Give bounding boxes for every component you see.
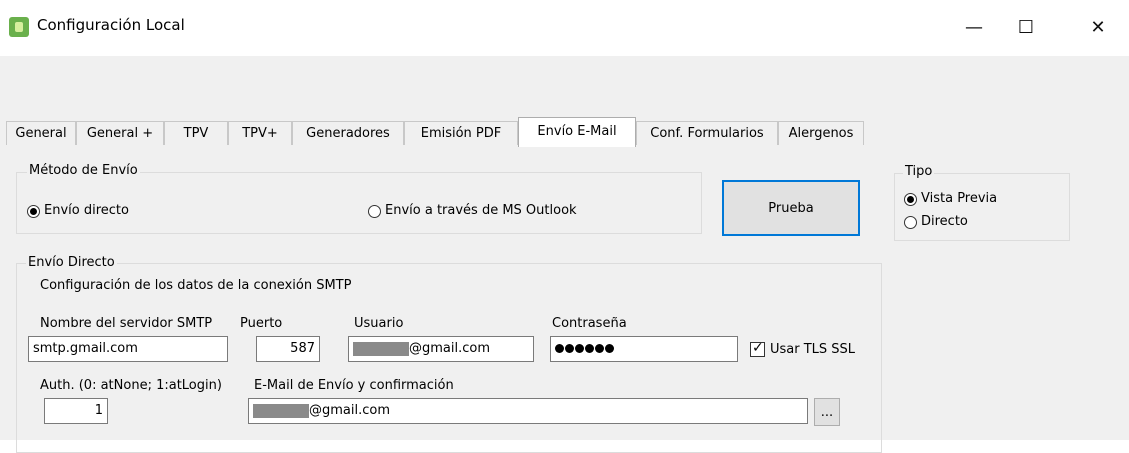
tab-conf-formularios[interactable]: Conf. Formularios: [636, 121, 778, 145]
radio-vista-previa-label[interactable]: Vista Previa: [921, 191, 997, 207]
tipo-legend: Tipo: [903, 164, 935, 180]
tab-alergenos[interactable]: Alergenos: [778, 121, 864, 145]
redacted-email-user: [253, 403, 309, 418]
tab-emision-pdf[interactable]: Emisión PDF: [404, 121, 518, 145]
tab-general-plus[interactable]: General +: [76, 121, 164, 145]
close-button[interactable]: ✕: [1078, 12, 1118, 42]
user-input[interactable]: @gmail.com: [348, 336, 534, 362]
tls-label[interactable]: Usar TLS SSL: [770, 342, 855, 358]
prueba-button[interactable]: Prueba: [722, 180, 860, 236]
email-domain: @gmail.com: [309, 403, 391, 418]
window-title: Configuración Local: [37, 16, 185, 34]
toolbar-area: [0, 56, 1129, 118]
email-label: E-Mail de Envío y confirmación: [254, 378, 454, 393]
check-icon: ✓: [752, 340, 764, 356]
server-label: Nombre del servidor SMTP: [40, 316, 213, 331]
tab-generadores[interactable]: Generadores: [292, 121, 404, 145]
tab-envio-email[interactable]: Envío E-Mail: [518, 117, 636, 147]
metodo-envio-legend: Método de Envío: [27, 163, 140, 179]
auth-input[interactable]: 1: [44, 398, 108, 424]
minimize-button[interactable]: —: [954, 12, 994, 42]
envio-directo-legend: Envío Directo: [26, 255, 117, 271]
radio-vista-previa[interactable]: [904, 193, 917, 206]
auth-label: Auth. (0: atNone; 1:atLogin): [40, 378, 222, 393]
user-label: Usuario: [354, 316, 404, 331]
redacted-username: [353, 341, 409, 356]
radio-tipo-directo-label[interactable]: Directo: [921, 214, 968, 230]
browse-button[interactable]: ...: [814, 398, 840, 426]
user-domain: @gmail.com: [409, 341, 491, 356]
password-input[interactable]: [550, 336, 738, 362]
radio-tipo-directo[interactable]: [904, 216, 917, 229]
maximize-button[interactable]: ☐: [1006, 12, 1046, 42]
port-input[interactable]: 587: [256, 336, 320, 362]
email-input[interactable]: @gmail.com: [248, 398, 808, 424]
radio-envio-outlook[interactable]: [368, 205, 381, 218]
tipo-group: [894, 173, 1070, 241]
password-label: Contraseña: [552, 316, 627, 331]
tab-tpv[interactable]: TPV: [164, 121, 228, 145]
tab-general[interactable]: General: [6, 121, 76, 145]
port-label: Puerto: [240, 316, 283, 331]
server-input[interactable]: smtp.gmail.com: [28, 336, 228, 362]
radio-envio-outlook-label[interactable]: Envío a través de MS Outlook: [385, 203, 577, 219]
tab-tpv-plus[interactable]: TPV+: [228, 121, 292, 145]
radio-envio-directo[interactable]: [27, 205, 40, 218]
app-icon: [9, 17, 29, 37]
smtp-subtitle: Configuración de los datos de la conexió…: [40, 278, 352, 293]
radio-envio-directo-label[interactable]: Envío directo: [44, 203, 129, 219]
